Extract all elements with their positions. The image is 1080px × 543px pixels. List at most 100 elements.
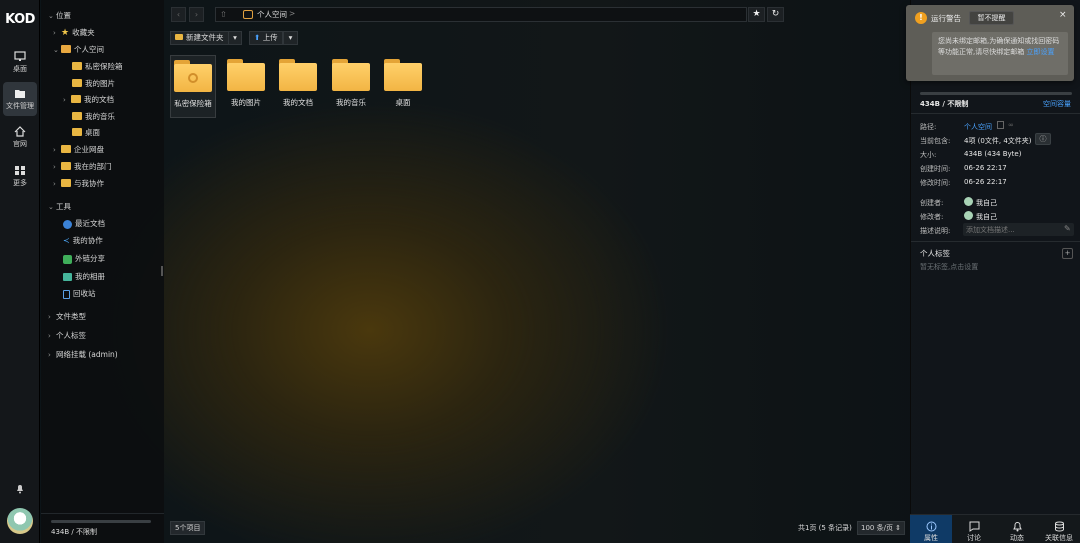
- new-dropdown-button[interactable]: ▾: [228, 31, 242, 45]
- rail-more[interactable]: 更多: [3, 159, 37, 193]
- tree-section-label: 文件类型: [56, 312, 86, 321]
- page-info: 共1页 (5 条记录): [798, 524, 852, 532]
- bell-icon[interactable]: [15, 484, 25, 494]
- edit-icon[interactable]: ✎: [1064, 224, 1071, 233]
- tree-item-documents[interactable]: › 我的文档: [63, 93, 114, 107]
- tree-section-mount[interactable]: › 网络挂载 (admin): [48, 348, 118, 362]
- rail-files[interactable]: 文件管理: [3, 82, 37, 116]
- folder-icon: [384, 59, 422, 91]
- resize-handle[interactable]: [161, 266, 163, 276]
- chevron-right-icon: ›: [48, 332, 51, 340]
- refresh-icon[interactable]: ↻: [767, 7, 784, 22]
- tree-section-label: 个人标签: [56, 331, 86, 340]
- warning-icon: !: [915, 12, 927, 24]
- tree-item-favorites[interactable]: › ★ 收藏夹: [53, 26, 95, 40]
- file-name: 我的图片: [231, 98, 261, 107]
- image-icon: [63, 273, 72, 281]
- tab-related[interactable]: 关联信息: [1038, 515, 1080, 543]
- folder-icon: [227, 59, 265, 91]
- link-icon[interactable]: ∞: [1008, 121, 1014, 129]
- rail-desktop[interactable]: 桌面: [3, 45, 37, 79]
- chevron-right-icon: ›: [53, 180, 56, 188]
- rail-home[interactable]: 官网: [3, 120, 37, 154]
- file-name: 私密保险箱: [174, 99, 212, 108]
- tab-discussion[interactable]: 讨论: [953, 515, 995, 543]
- tree-item-label: 我在的部门: [74, 162, 112, 171]
- folder-icon: [332, 59, 370, 91]
- tree-section-filetype[interactable]: › 文件类型: [48, 310, 86, 324]
- alert-link[interactable]: 立即设置: [1026, 48, 1054, 56]
- tree-tool-album[interactable]: 我的相册: [63, 270, 105, 284]
- chevron-down-icon: ⌄: [48, 203, 54, 211]
- up-arrow-icon[interactable]: ⇧: [220, 10, 227, 19]
- upload-button[interactable]: ⬆ 上传: [249, 31, 283, 45]
- folder-tree: ⌄ 位置 › ★ 收藏夹 ⌄ 个人空间 私密保险箱 我的图片 › 我的文档 我的音乐 桌面…: [41, 0, 164, 543]
- chevron-right-icon: ›: [53, 146, 56, 154]
- folder-icon: [279, 59, 317, 91]
- tab-activity[interactable]: 动态: [996, 515, 1038, 543]
- tree-item-personal[interactable]: ⌄ 个人空间: [53, 43, 104, 57]
- tree-item-label: 我的文档: [84, 95, 114, 104]
- tag-add-icon[interactable]: +: [1062, 248, 1073, 259]
- chevron-right-icon: ›: [48, 313, 51, 321]
- desc-input[interactable]: 添加文档描述... ✎: [963, 223, 1074, 236]
- chevron-down-icon: ⌄: [48, 12, 54, 20]
- tree-tool-trash[interactable]: 回收站: [63, 287, 96, 301]
- folder-icon: [15, 90, 25, 98]
- avatar[interactable]: [7, 508, 33, 534]
- tree-item-music[interactable]: 我的音乐: [72, 110, 115, 124]
- rail-more-label: 更多: [13, 179, 27, 187]
- path-label: 路径:: [920, 123, 937, 131]
- tree-item-label: 我的音乐: [85, 112, 115, 121]
- path-segment[interactable]: 个人空间: [257, 9, 287, 20]
- copy-icon[interactable]: [997, 121, 1004, 129]
- path-separator: >: [289, 9, 296, 18]
- tree-item-label: 我的相册: [75, 272, 105, 281]
- tags-hint[interactable]: 暂无标签,点击设置: [920, 262, 978, 272]
- app-logo[interactable]: KOD: [2, 12, 38, 27]
- link-icon: [63, 254, 72, 264]
- properties-panel: 434B / 不限制 空间容量 路径: 个人空间 ∞ 当前包含: 4项 (0文件…: [910, 0, 1080, 543]
- modified-value: 06-26 22:17: [964, 178, 1007, 186]
- tree-item-label: 最近文档: [75, 219, 105, 228]
- panel-quota-text: 434B / 不限制: [920, 100, 969, 108]
- dismiss-button[interactable]: 暂不提醒: [969, 11, 1014, 25]
- modifier-value: 我自己: [976, 213, 997, 221]
- tree-item-shared[interactable]: › 与我协作: [53, 177, 104, 191]
- tree-item-enterprise[interactable]: › 企业网盘: [53, 143, 104, 157]
- star-icon[interactable]: ★: [748, 7, 765, 22]
- per-page-select[interactable]: 100 条/页 ⇕: [857, 521, 905, 535]
- tree-location-header[interactable]: ⌄ 位置: [48, 9, 71, 23]
- tab-properties[interactable]: 属性: [910, 515, 952, 543]
- tree-item-vault[interactable]: 私密保险箱: [72, 60, 123, 74]
- upload-dropdown-button[interactable]: ▾: [283, 31, 298, 45]
- file-item-music[interactable]: 我的音乐: [328, 55, 374, 108]
- address-bar[interactable]: ⇧ 个人空间 >: [215, 7, 747, 22]
- close-icon[interactable]: ×: [1059, 10, 1067, 20]
- tree-tool-recent[interactable]: 最近文档: [63, 217, 105, 231]
- per-page-value: 100 条/页: [861, 524, 893, 532]
- back-button[interactable]: ‹: [171, 7, 186, 22]
- rail-home-label: 官网: [13, 140, 27, 148]
- clock-icon: [63, 219, 72, 229]
- tab-label: 关联信息: [1045, 534, 1073, 542]
- path-value[interactable]: 个人空间: [964, 122, 992, 132]
- file-item-documents[interactable]: 我的文档: [275, 55, 321, 108]
- forward-button[interactable]: ›: [189, 7, 204, 22]
- tree-item-pictures[interactable]: 我的图片: [72, 77, 115, 91]
- tree-tool-links[interactable]: 外链分享: [63, 252, 105, 266]
- divider: [911, 241, 1080, 242]
- new-folder-button[interactable]: 新建文件夹: [170, 31, 229, 45]
- file-item-vault[interactable]: 私密保险箱: [170, 55, 216, 118]
- folder-icon: [72, 79, 82, 87]
- file-item-desktop[interactable]: 桌面: [380, 55, 426, 108]
- tree-tools-header[interactable]: ⌄ 工具: [48, 200, 71, 214]
- tree-section-tags[interactable]: › 个人标签: [48, 329, 86, 343]
- tree-item-label: 外链分享: [75, 254, 105, 263]
- tree-item-desktop[interactable]: 桌面: [72, 126, 100, 140]
- quota-link[interactable]: 空间容量: [1043, 99, 1071, 109]
- tree-item-department[interactable]: › 我在的部门: [53, 160, 112, 174]
- tree-tool-collab[interactable]: ≺ 我的协作: [63, 234, 103, 248]
- info-icon[interactable]: ⓘ: [1035, 133, 1051, 145]
- file-item-pictures[interactable]: 我的图片: [223, 55, 269, 108]
